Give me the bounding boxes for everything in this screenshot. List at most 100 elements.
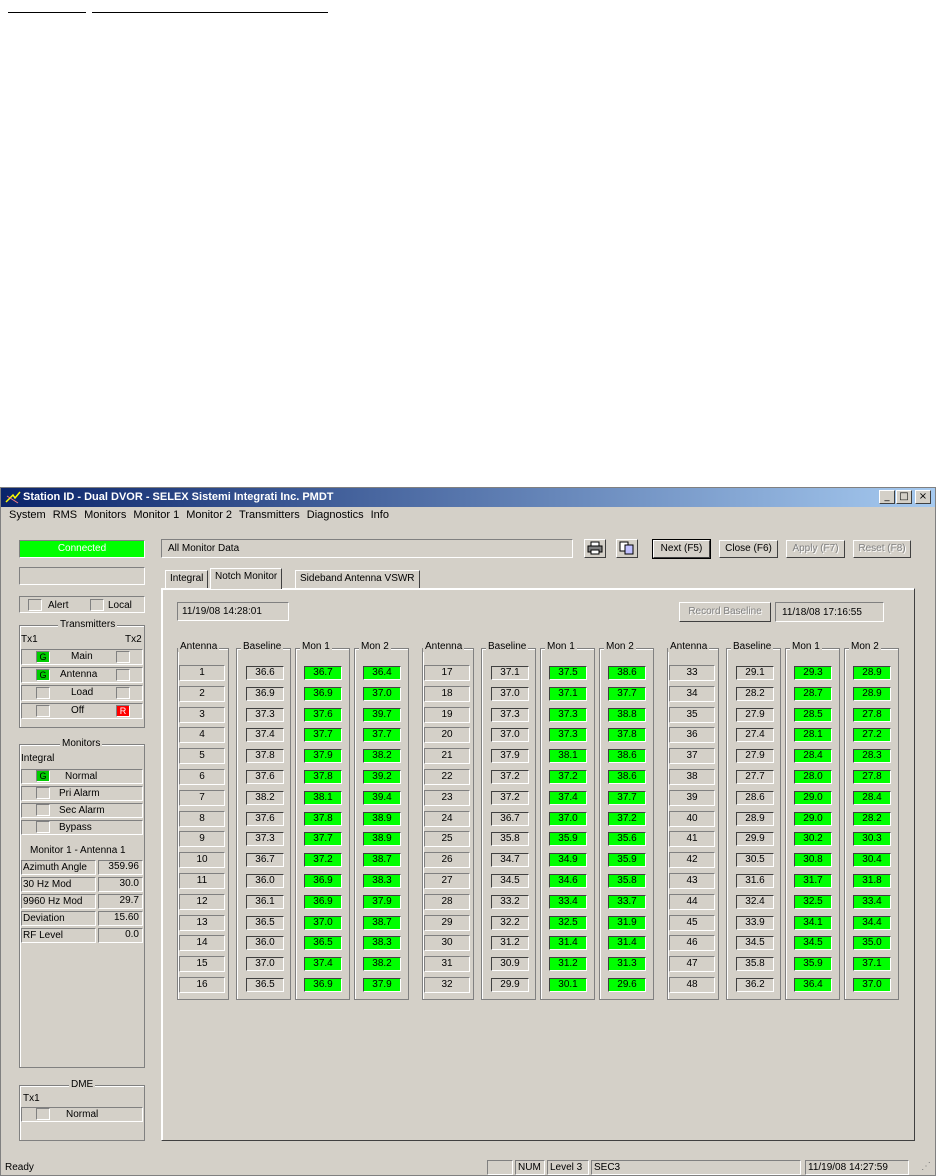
antenna-number: 16 [196, 979, 208, 990]
mon1-value: 38.1 [304, 790, 342, 805]
menu-transmitters[interactable]: Transmitters [239, 509, 300, 521]
printer-icon [587, 541, 603, 555]
title-bar: Station ID - Dual DVOR - SELEX Sistemi I… [1, 488, 935, 507]
baseline-value: 32.2 [491, 915, 529, 930]
antenna-number: 44 [686, 895, 698, 907]
menu-diagnostics[interactable]: Diagnostics [307, 509, 364, 521]
notch-column-header: Mon 1 [790, 641, 822, 652]
record-baseline-button[interactable]: Record Baseline [679, 602, 771, 622]
mon1-value: 37.4 [549, 790, 587, 805]
monitor-led-sec-alarm [36, 804, 50, 816]
baseline-value: 36.1 [246, 894, 284, 909]
close-button[interactable]: × [915, 490, 931, 504]
antenna-number: 23 [441, 791, 453, 803]
baseline-timestamp: 11/18/08 17:16:55 [775, 602, 884, 622]
mon1-value: 30.1 [549, 978, 587, 992]
baseline-value: 27.7 [736, 770, 774, 784]
antenna-number: 7 [199, 791, 205, 803]
antenna-number: 3 [199, 708, 205, 720]
status-blank [487, 1160, 513, 1175]
menu-rms[interactable]: RMS [53, 509, 77, 521]
menu-system[interactable]: System [9, 509, 46, 521]
antenna-number: 40 [686, 812, 698, 824]
window-title: Station ID - Dual DVOR - SELEX Sistemi I… [23, 491, 334, 503]
apply-button[interactable]: Apply (F7) [786, 540, 845, 558]
antenna-number: 29 [441, 916, 453, 928]
menu-monitor-2[interactable]: Monitor 2 [186, 509, 232, 521]
antenna-number: 30 [441, 937, 453, 949]
antenna-number: 47 [686, 958, 698, 970]
baseline-value: 37.3 [246, 832, 284, 847]
mon2-value: 38.9 [363, 832, 401, 847]
reset-button[interactable]: Reset (F8) [853, 540, 911, 558]
antenna-number: 33 [686, 667, 698, 678]
antenna-number: 38 [686, 771, 698, 782]
mon2-value: 33.7 [608, 894, 646, 909]
mon2-value: 27.8 [853, 770, 891, 784]
baseline-value: 37.2 [491, 790, 529, 805]
baseline-value: 37.3 [491, 707, 529, 722]
menu-monitors[interactable]: Monitors [84, 509, 126, 521]
mon1-value: 31.2 [549, 957, 587, 972]
resize-grip-icon[interactable]: ⋰ [921, 1161, 931, 1172]
mon1-value: 29.3 [794, 666, 832, 680]
monitor-led-pri-alarm [36, 787, 50, 799]
mon2-value: 31.3 [608, 957, 646, 972]
antenna-number: 35 [686, 708, 698, 720]
print-button[interactable] [584, 539, 606, 558]
mon1-value: 30.2 [794, 832, 832, 847]
doc-underline-2 [92, 12, 328, 13]
baseline-value: 36.7 [246, 853, 284, 868]
alert-led [28, 599, 42, 611]
minimize-button[interactable]: _ [879, 490, 895, 504]
antenna-number: 21 [441, 750, 453, 762]
tab-notch-monitor[interactable]: Notch Monitor [210, 568, 283, 589]
monitors-title: Monitors [60, 738, 103, 749]
notch-timestamp: 11/19/08 14:28:01 [177, 602, 289, 621]
mon2-value: 29.6 [608, 978, 646, 992]
mon2-value: 35.9 [608, 853, 646, 868]
menu-monitor-1[interactable]: Monitor 1 [133, 509, 179, 521]
menu-info[interactable]: Info [371, 509, 389, 521]
next-button[interactable]: Next (F5) [652, 539, 711, 559]
dme-title: DME [69, 1079, 96, 1090]
status-ready: Ready [5, 1162, 34, 1173]
baseline-value: 28.6 [736, 790, 774, 805]
mon1-value: 29.0 [794, 790, 832, 805]
notch-column-header: Mon 1 [300, 641, 332, 652]
mon1-value: 37.9 [304, 749, 342, 764]
mon1-value: 28.0 [794, 770, 832, 784]
notch-column-header: Baseline [731, 641, 774, 652]
antenna-number: 37 [686, 750, 698, 762]
mon2-value: 39.7 [363, 707, 401, 722]
baseline-value: 29.9 [491, 978, 529, 992]
copy-button[interactable] [616, 539, 638, 558]
mon2-value: 38.3 [363, 936, 401, 951]
baseline-value: 37.8 [246, 749, 284, 764]
tx2-led-main [116, 651, 130, 663]
mon2-value: 27.8 [853, 707, 891, 722]
tx1-led-main: G [36, 651, 50, 663]
mon2-value: 31.9 [608, 915, 646, 930]
monitor-led-bypass [36, 821, 50, 833]
antenna-number: 1 [199, 667, 205, 678]
antenna-number: 39 [686, 791, 698, 803]
param-label: Deviation [23, 913, 65, 924]
connection-status: Connected [19, 540, 145, 558]
mon2-value: 38.6 [608, 770, 646, 784]
baseline-value: 37.0 [491, 728, 529, 743]
antenna-number: 31 [441, 958, 453, 970]
mon2-value: 38.7 [363, 853, 401, 868]
app-icon [5, 491, 21, 504]
notch-column-header: Mon 2 [359, 641, 391, 652]
maximize-button[interactable]: □ [896, 490, 912, 504]
tab-sideband-antenna-vswr[interactable]: Sideband Antenna VSWR [295, 570, 420, 588]
mon1-value: 37.7 [304, 728, 342, 743]
tab-integral[interactable]: Integral [165, 570, 209, 588]
param-label: RF Level [23, 930, 64, 941]
baseline-value: 37.9 [491, 749, 529, 764]
tx2-label: Tx2 [125, 634, 142, 645]
baseline-value: 36.5 [246, 915, 284, 930]
close-f6-button[interactable]: Close (F6) [719, 540, 778, 558]
baseline-value: 37.6 [246, 811, 284, 826]
